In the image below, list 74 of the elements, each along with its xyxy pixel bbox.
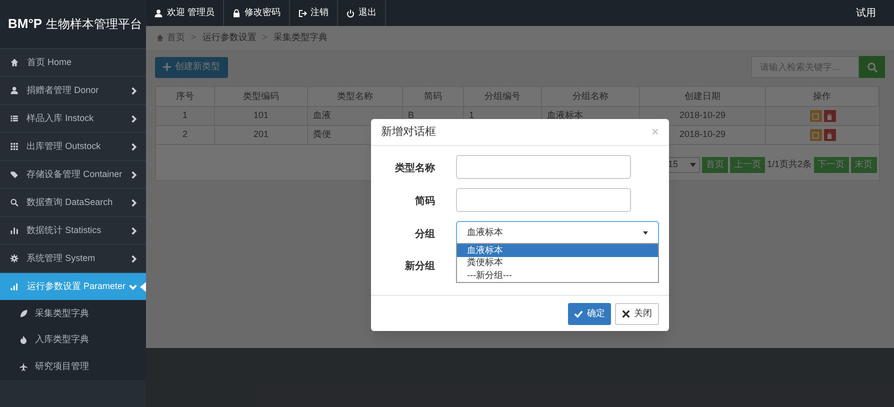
- home-icon: [156, 34, 164, 42]
- search-icon: [866, 62, 878, 72]
- chevron-right-icon: [130, 254, 138, 262]
- caret-icon: [690, 163, 696, 167]
- column-header: 操作: [766, 87, 879, 107]
- dropdown-option[interactable]: 血液标本: [457, 244, 658, 256]
- logo: BM°P: [8, 15, 42, 34]
- user-icon: [154, 8, 163, 18]
- edit-icon: [812, 132, 819, 138]
- field-label: 新分组: [404, 259, 435, 274]
- table-cell: 2: [156, 126, 215, 145]
- trash-icon: [826, 132, 833, 138]
- close-button[interactable]: 关闭: [615, 302, 659, 324]
- app-title: 生物样本管理平台: [46, 16, 142, 33]
- breadcrumb-separator: >: [191, 31, 196, 44]
- delete-button[interactable]: [824, 110, 836, 122]
- submenu-item[interactable]: 入库类型字典: [0, 326, 146, 353]
- breadcrumb-separator: >: [262, 31, 268, 44]
- column-header: 分组编号: [464, 87, 542, 107]
- plane-icon: [19, 362, 28, 371]
- logout-icon: [298, 8, 307, 18]
- page-info: 1/1页共2条: [767, 158, 812, 172]
- edit-icon: [812, 112, 819, 120]
- list-icon: [10, 114, 19, 123]
- field-label: 类型名称: [394, 162, 435, 176]
- grid-icon: [10, 142, 19, 151]
- caret-icon: [643, 230, 648, 234]
- input-field[interactable]: [456, 155, 631, 179]
- chevron-right-icon: [130, 198, 138, 206]
- lock-icon: [232, 8, 241, 18]
- trash-icon: [826, 112, 833, 120]
- edit-button[interactable]: [810, 110, 822, 122]
- check-icon: [574, 310, 583, 318]
- delete-button[interactable]: [824, 129, 836, 141]
- tags-icon: [10, 170, 19, 179]
- column-header: 简码: [403, 87, 464, 107]
- close-icon: [622, 310, 630, 318]
- chevron-right-icon: [130, 142, 138, 150]
- column-header: 类型名称: [308, 87, 403, 107]
- column-header: 分组名称: [542, 87, 640, 107]
- column-header: 创建日期: [640, 87, 766, 107]
- leaf-icon: [19, 308, 28, 318]
- search-button[interactable]: [859, 56, 885, 78]
- submenu-item[interactable]: 采集类型字典: [0, 300, 146, 326]
- chevron-right-icon: [130, 170, 138, 178]
- column-header: 序号: [156, 87, 215, 107]
- input-field[interactable]: [456, 188, 631, 212]
- home-icon: [10, 58, 19, 67]
- table-cell: 101: [215, 107, 308, 126]
- search-icon: [10, 198, 19, 207]
- column-header: 类型编码: [215, 87, 308, 107]
- chevron-down-icon: [129, 282, 137, 290]
- chevron-right-icon: [130, 86, 138, 94]
- chevron-right-icon: [130, 226, 138, 234]
- bar-chart-icon: [10, 226, 19, 235]
- chevron-right-icon: [130, 114, 138, 122]
- table-cell: 201: [215, 126, 308, 145]
- plus-icon: [163, 63, 171, 71]
- field-label: 简码: [414, 194, 435, 209]
- signal-icon: [10, 282, 19, 291]
- gear-icon: [10, 254, 19, 263]
- power-icon: [346, 8, 355, 18]
- dropdown-option[interactable]: 粪便标本: [457, 256, 658, 269]
- dropdown-option[interactable]: ---新分组---: [457, 269, 658, 282]
- field-label: 分组: [414, 228, 435, 242]
- table-cell: 1: [156, 107, 215, 126]
- fire-icon: [19, 335, 28, 344]
- select-field[interactable]: 血液标本: [456, 221, 659, 244]
- submenu-item[interactable]: 研究项目管理: [0, 353, 146, 380]
- breadcrumb-current: 采集类型字典: [274, 31, 328, 44]
- edit-button[interactable]: [810, 129, 822, 141]
- user-icon: [10, 86, 19, 95]
- confirm-button[interactable]: 确定: [568, 302, 611, 324]
- trial-label[interactable]: 试用: [856, 6, 894, 20]
